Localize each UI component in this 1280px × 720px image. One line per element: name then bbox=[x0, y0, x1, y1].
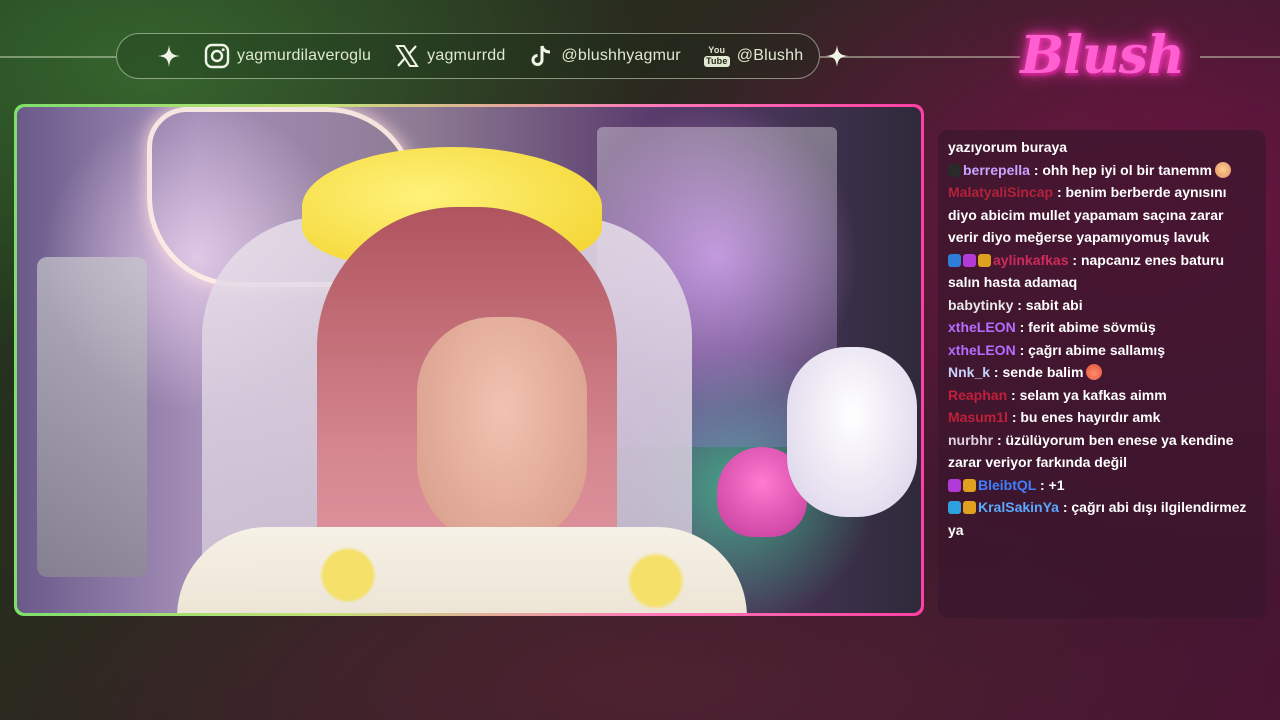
sparkle-icon bbox=[825, 43, 849, 69]
chat-username[interactable]: berrepella bbox=[963, 162, 1030, 178]
chat-username[interactable]: nurbhr bbox=[948, 432, 993, 448]
chat-message: babytinky : sabit abi bbox=[948, 294, 1256, 317]
chat-badge-icon bbox=[963, 478, 976, 492]
brand-logo: Blush bbox=[1020, 14, 1185, 96]
logo-text: Blush bbox=[1020, 24, 1185, 86]
x-handle: yagmurrdd bbox=[427, 47, 506, 64]
decor-line-left bbox=[0, 56, 116, 58]
youtube-badge-top: You bbox=[708, 44, 726, 55]
tiktok-handle: @blushhyagmur bbox=[561, 47, 681, 64]
decor-line-right bbox=[1200, 56, 1280, 58]
chat-message: xtheLEON : çağrı abime sallamış bbox=[948, 339, 1256, 362]
cake-emoji-icon bbox=[1086, 364, 1103, 380]
chat-message: nurbhr : üzülüyorum ben enese ya kendine… bbox=[948, 429, 1256, 474]
chat-text: : ohh hep iyi ol bir tanemm bbox=[1033, 161, 1212, 178]
chat-message: MalatyaliSincap : benim berberde aynısın… bbox=[948, 181, 1256, 249]
tiktok-link[interactable]: @blushhyagmur bbox=[527, 42, 681, 70]
microphone-arm bbox=[37, 257, 147, 577]
unicorn-plush bbox=[787, 347, 917, 517]
tiktok-icon bbox=[527, 42, 555, 70]
chat-badge-icon bbox=[948, 253, 961, 267]
youtube-badge-bottom: Tube bbox=[703, 55, 730, 67]
chat-message: Reaphan : selam ya kafkas aimm bbox=[948, 384, 1256, 407]
chat-badge-icon bbox=[963, 253, 976, 267]
chat-message: yazıyorum buraya bbox=[948, 136, 1256, 159]
chat-text: : +1 bbox=[1039, 476, 1065, 493]
webcam-frame bbox=[14, 104, 924, 616]
streamer-sweater bbox=[177, 527, 747, 613]
chat-badge-icon bbox=[948, 478, 961, 492]
chat-badge-icon bbox=[948, 163, 961, 177]
chat-message: KralSakinYa : çağrı abi dışı ilgilendirm… bbox=[948, 496, 1256, 541]
chat-username[interactable]: babytinky bbox=[948, 297, 1013, 313]
chat-text: : selam ya kafkas aimm bbox=[1011, 386, 1167, 403]
instagram-link[interactable]: yagmurdilaveroglu bbox=[203, 42, 371, 70]
chat-message: Nnk_k : sende balim bbox=[948, 361, 1256, 384]
chat-username[interactable]: aylinkafkas bbox=[993, 252, 1069, 268]
chat-text: : bu enes hayırdır amk bbox=[1011, 409, 1161, 425]
chat-username[interactable]: xtheLEON bbox=[948, 319, 1016, 335]
chat-text: : ferit abime sövmüş bbox=[1019, 319, 1156, 335]
youtube-link[interactable]: You Tube @Blushh bbox=[703, 42, 804, 70]
chat-text: yazıyorum buraya bbox=[948, 139, 1068, 155]
sparkle-icon bbox=[157, 43, 181, 69]
youtube-icon: You Tube bbox=[703, 42, 731, 70]
chat-message: aylinkafkas : napcanız enes baturu salın… bbox=[948, 249, 1256, 294]
chat-text: : sende balim bbox=[993, 364, 1084, 380]
chat-username[interactable]: Nnk_k bbox=[948, 364, 990, 380]
chat-username[interactable]: MalatyaliSincap bbox=[948, 184, 1053, 200]
chat-username[interactable]: BleibtQL bbox=[978, 477, 1036, 493]
streamer-face bbox=[417, 317, 587, 547]
chat-username[interactable]: xtheLEON bbox=[948, 342, 1016, 358]
decor-line-mid bbox=[820, 56, 1020, 58]
instagram-icon bbox=[203, 42, 231, 70]
chat-text: : sabit abi bbox=[1017, 296, 1083, 313]
chat-username[interactable]: Masum1l bbox=[948, 409, 1008, 425]
face-emoji-icon bbox=[1214, 161, 1231, 178]
chat-badge-icon bbox=[948, 501, 961, 514]
instagram-handle: yagmurdilaveroglu bbox=[237, 47, 372, 64]
x-link[interactable]: yagmurrdd bbox=[393, 42, 505, 70]
chat-message: berrepella : ohh hep iyi ol bir tanemm bbox=[948, 159, 1256, 182]
chat-badge-icon bbox=[978, 253, 991, 267]
chat-panel: yazıyorum buraya berrepella : ohh hep iyi… bbox=[938, 130, 1266, 618]
chat-message: BleibtQL : +1 bbox=[948, 474, 1256, 497]
chat-username[interactable]: KralSakinYa bbox=[978, 499, 1059, 515]
chat-badge-icon bbox=[963, 501, 976, 514]
youtube-handle: @Blushh bbox=[736, 47, 804, 64]
chat-text: : çağrı abime sallamış bbox=[1019, 341, 1166, 358]
x-icon bbox=[393, 42, 421, 70]
chat-message: Masum1l : bu enes hayırdır amk bbox=[948, 406, 1256, 429]
chat-message: xtheLEON : ferit abime sövmüş bbox=[948, 316, 1256, 339]
social-links-bar: yagmurdilaveroglu yagmurrdd @blushhyagmu… bbox=[116, 33, 849, 79]
webcam-video[interactable] bbox=[17, 107, 921, 613]
chat-username[interactable]: Reaphan bbox=[948, 387, 1007, 403]
